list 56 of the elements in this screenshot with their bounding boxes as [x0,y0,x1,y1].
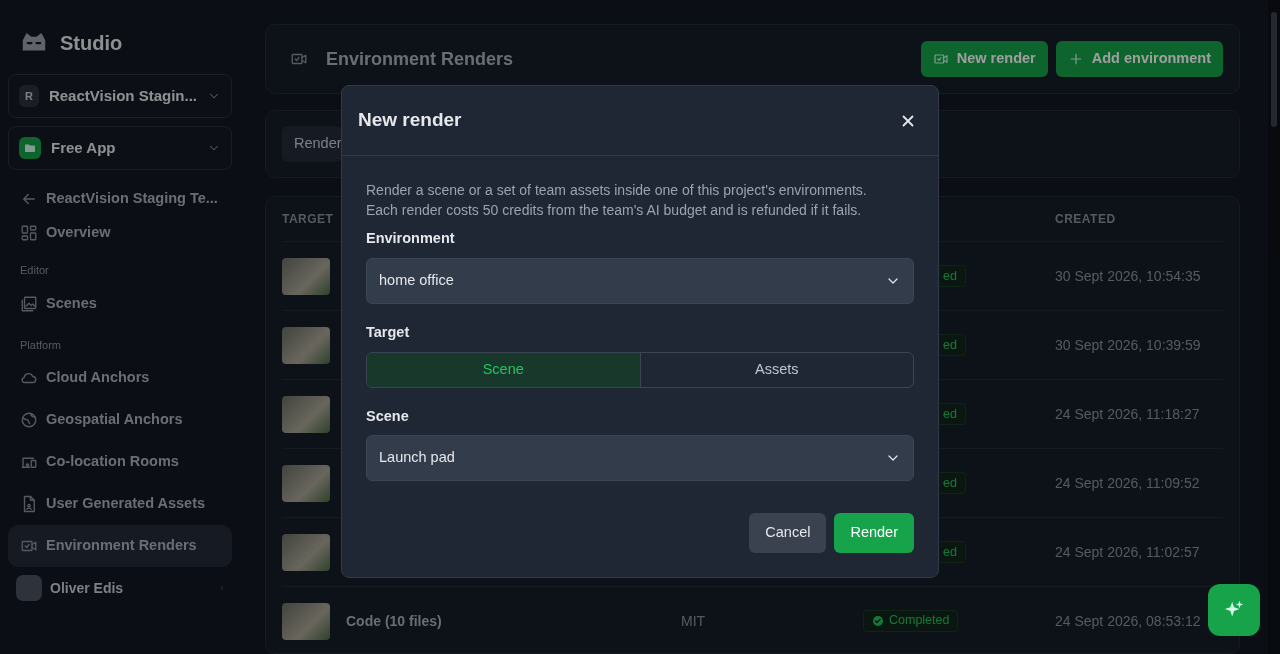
team-avatar: R [19,85,39,107]
table-cell-text: 24 Sept 2026, 11:09:52 [1055,473,1201,493]
photo-placeholder [282,464,330,502]
page-title: Environment Renders [326,47,515,71]
modal-title: New render [358,108,462,133]
segment-tab[interactable]: Scene [367,352,640,387]
table-cell-text: 24 Sept 2026, 08:53:12 [1055,611,1202,631]
column-header: CREATED [1055,211,1116,228]
images-icon [20,294,38,313]
field-label: Environment [366,229,456,248]
table-cell-text: 24 Sept 2026, 11:18:27 [1055,404,1201,424]
render-button[interactable]: Render [834,513,914,554]
photo-placeholder [282,602,330,640]
nav-item[interactable]: Co-location Rooms [8,441,232,483]
nav-item[interactable]: Environment Renders [8,525,232,567]
field-label: Scene [366,406,410,426]
project-selector[interactable]: Free App [8,126,232,170]
header-button[interactable]: New render [920,41,1048,77]
section-heading: Platform [19,337,62,353]
globe-icon [20,411,38,429]
team-selector[interactable]: R ReactVision Stagin... [8,74,232,118]
select-field[interactable]: Launch pad [366,435,914,482]
back-link[interactable]: ReactVision Staging Te... [8,182,232,216]
nav-item[interactable]: Geospatial Anchors [8,399,232,441]
header-button[interactable]: Add environment [1055,41,1223,77]
grid-icon [20,224,38,242]
nav-item[interactable]: User Generated Assets [8,483,232,525]
nav-item[interactable]: Overview [8,216,232,250]
photo-placeholder [282,257,330,295]
avatar-icon [16,575,42,601]
photo-placeholder [282,395,330,433]
field-label: Target [366,322,411,342]
brand-name: Studio [60,31,123,56]
video-camera-icon [932,51,949,67]
check-circle-icon [872,614,884,627]
select-field[interactable]: home office [366,257,914,304]
folder-badge-icon [19,137,41,159]
segment-tab[interactable]: Assets [639,352,913,387]
sparkle-button[interactable] [1208,584,1260,636]
section-heading: Editor [19,263,50,278]
nav-item[interactable]: Scenes [8,282,232,325]
status-badge: Completed [863,609,959,632]
user-name: Oliver Edis [50,578,125,598]
photo-placeholder [282,533,330,571]
photo-placeholder [282,326,330,364]
table-cell-text: 30 Sept 2026, 10:54:35 [1055,266,1202,286]
column-header: TARGET [282,211,334,228]
nav-item[interactable]: Cloud Anchors [8,357,232,399]
filter-button[interactable]: Render [282,126,342,162]
cancel-button[interactable]: Cancel [749,513,827,554]
table-cell-text: 30 Sept 2026, 10:39:59 [1055,335,1202,355]
table-cell-text: Code (10 files) [346,611,442,631]
table-cell-text: 24 Sept 2026, 11:02:57 [1055,542,1201,562]
scrollbar[interactable] [1268,0,1280,654]
modal-description: Render a scene or a set of team assets inside one of this project's environments. Each render costs 50 credits from the team's AI budget and is refunded if it fails. [366,181,868,220]
table-cell: MIT [681,612,706,629]
